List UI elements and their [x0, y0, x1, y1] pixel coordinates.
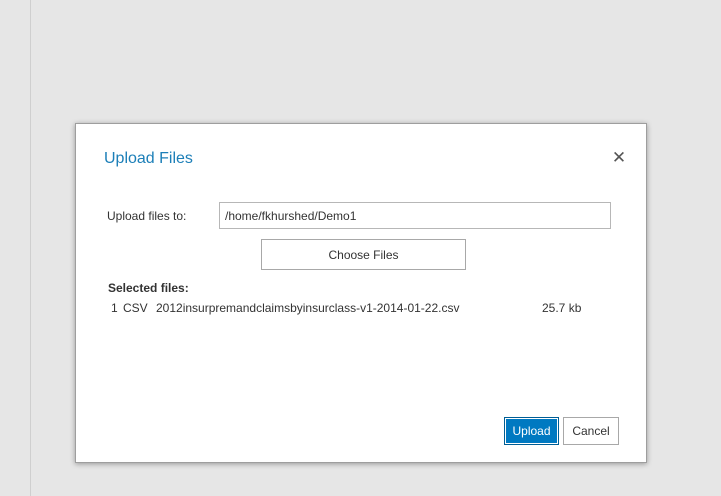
upload-path-input[interactable]: [219, 202, 611, 229]
file-index: 1: [111, 301, 118, 315]
upload-button[interactable]: Upload: [504, 417, 559, 445]
dialog-title: Upload Files: [104, 150, 193, 167]
upload-destination-label: Upload files to:: [107, 209, 187, 223]
file-size: 25.7 kb: [542, 301, 582, 315]
choose-files-button[interactable]: Choose Files: [261, 239, 466, 270]
close-icon[interactable]: ✕: [611, 149, 627, 167]
cancel-button[interactable]: Cancel: [563, 417, 619, 445]
file-type: CSV: [123, 301, 148, 315]
left-sidebar-panel: [0, 0, 31, 496]
selected-file-row: 1 CSV 2012insurpremandclaimsbyinsurclass…: [111, 301, 611, 317]
selected-files-heading: Selected files:: [108, 281, 189, 295]
upload-files-dialog: Upload Files ✕ Upload files to: Choose F…: [75, 123, 647, 463]
file-name: 2012insurpremandclaimsbyinsurclass-v1-20…: [156, 301, 460, 315]
